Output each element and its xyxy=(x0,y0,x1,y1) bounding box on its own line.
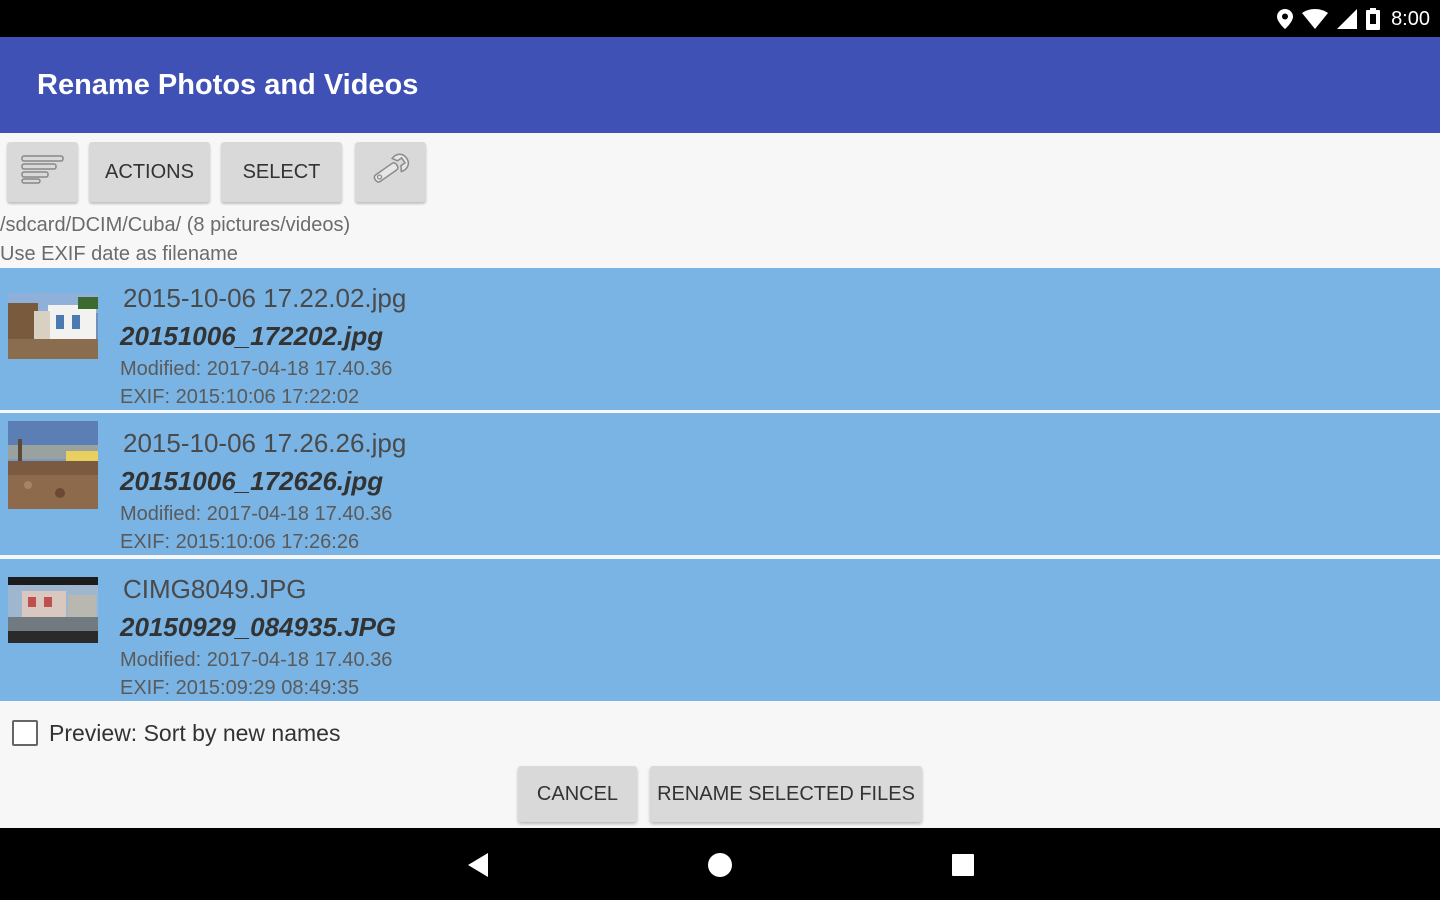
status-icons: 8:00 xyxy=(1277,6,1430,32)
rename-selected-files-button[interactable]: RENAME SELECTED FILES xyxy=(650,766,922,822)
select-button[interactable]: SELECT xyxy=(221,142,342,202)
file-row[interactable]: CIMG8049.JPG 20150929_084935.JPG Modifie… xyxy=(0,559,1440,701)
modified-date: Modified: 2017-04-18 17.40.36 xyxy=(120,649,393,671)
original-filename: CIMG8049.JPG xyxy=(123,574,307,604)
photo-thumbnail xyxy=(8,577,98,643)
modified-date: Modified: 2017-04-18 17.40.36 xyxy=(120,358,393,380)
recents-button[interactable] xyxy=(951,852,975,883)
sort-button[interactable] xyxy=(7,142,78,202)
exif-date: EXIF: 2015:09:29 08:49:35 xyxy=(120,677,360,699)
photo-thumbnail xyxy=(8,421,98,509)
exif-date: EXIF: 2015:10:06 17:22:02 xyxy=(120,386,360,408)
wifi-icon xyxy=(1302,9,1329,29)
app-bar: Rename Photos and Videos xyxy=(0,37,1440,133)
file-row[interactable]: 2015-10-06 17.26.26.jpg 20151006_172626.… xyxy=(0,413,1440,555)
clock: 8:00 xyxy=(1391,7,1430,30)
location-icon xyxy=(1277,9,1294,29)
sort-lines-icon xyxy=(20,154,65,190)
back-button[interactable] xyxy=(466,852,490,883)
back-triangle-icon xyxy=(466,853,490,882)
home-button[interactable] xyxy=(707,852,733,883)
status-bar: 8:00 xyxy=(0,0,1440,37)
toolbar: ACTIONS SELECT /sdcard/DCIM/Cuba/ (8 pic… xyxy=(0,133,1440,268)
navigation-bar xyxy=(0,828,1440,900)
folder-path: /sdcard/DCIM/Cuba/ (8 pictures/videos) xyxy=(0,214,351,236)
original-filename: 2015-10-06 17.22.02.jpg xyxy=(123,283,407,313)
new-filename: 20150929_084935.JPG xyxy=(120,612,397,642)
signal-icon xyxy=(1337,9,1358,29)
actions-button[interactable]: ACTIONS xyxy=(89,142,210,202)
home-circle-icon xyxy=(707,853,733,882)
settings-button[interactable] xyxy=(355,142,426,202)
file-list: 2015-10-06 17.22.02.jpg 20151006_172202.… xyxy=(0,268,1440,708)
original-filename: 2015-10-06 17.26.26.jpg xyxy=(123,428,407,458)
battery-icon xyxy=(1366,8,1381,30)
rename-mode: Use EXIF date as filename xyxy=(0,243,238,265)
wrench-icon xyxy=(368,152,414,192)
exif-date: EXIF: 2015:10:06 17:26:26 xyxy=(120,531,360,553)
file-row[interactable]: 2015-10-06 17.22.02.jpg 20151006_172202.… xyxy=(0,268,1440,410)
recents-square-icon xyxy=(951,854,975,882)
cancel-button[interactable]: CANCEL xyxy=(518,766,637,822)
photo-thumbnail xyxy=(8,293,98,359)
app-title: Rename Photos and Videos xyxy=(37,69,419,101)
new-filename: 20151006_172202.jpg xyxy=(120,321,384,351)
modified-date: Modified: 2017-04-18 17.40.36 xyxy=(120,503,393,525)
dialog-footer: Preview: Sort by new names CANCEL RENAME… xyxy=(0,708,1440,828)
preview-sort-label[interactable]: Preview: Sort by new names xyxy=(49,720,340,747)
preview-sort-checkbox[interactable] xyxy=(12,720,38,746)
new-filename: 20151006_172626.jpg xyxy=(120,466,384,496)
